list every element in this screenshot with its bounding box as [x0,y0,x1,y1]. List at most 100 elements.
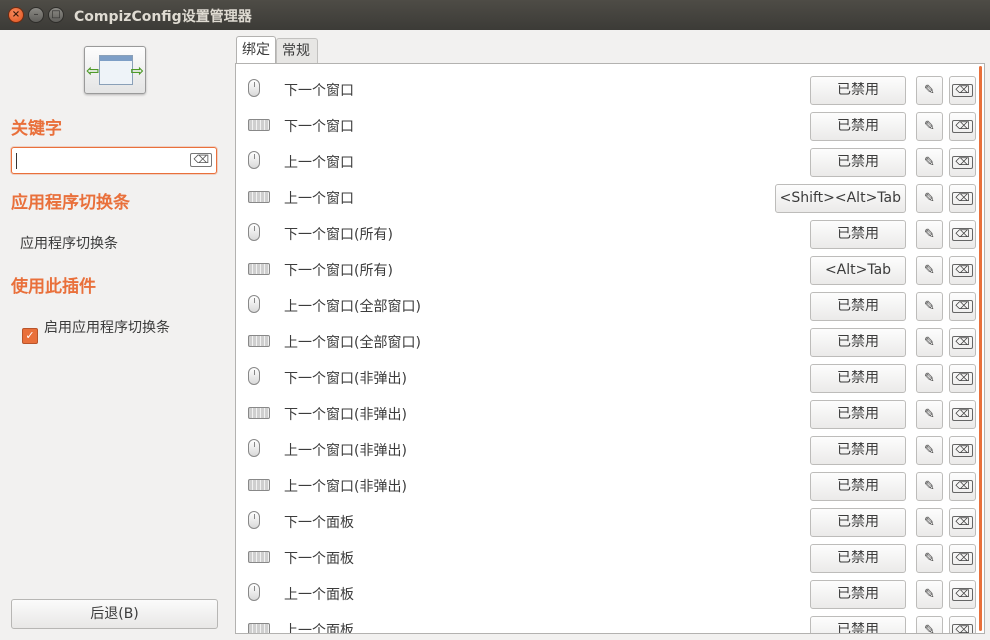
binding-value-button[interactable]: 已禁用 [810,220,906,249]
binding-value-button[interactable]: <Alt>Tab [810,256,906,285]
pencil-icon: ✎ [924,371,935,386]
pencil-icon: ✎ [924,587,935,602]
binding-label: 下一个面板 [284,515,354,531]
edit-binding-button[interactable]: ✎ [916,544,943,573]
binding-label: 上一个面板 [284,623,354,634]
edit-binding-button[interactable]: ✎ [916,328,943,357]
binding-value-button[interactable]: 已禁用 [810,148,906,177]
binding-value-button[interactable]: 已禁用 [810,76,906,105]
edit-binding-button[interactable]: ✎ [916,148,943,177]
binding-value-button[interactable]: 已禁用 [810,364,906,393]
binding-value-button[interactable]: <Shift><Alt>Tab [774,184,906,213]
scrollbar[interactable] [979,66,982,631]
clear-binding-button[interactable]: ⌫ [949,328,976,357]
binding-type-icon [248,259,270,275]
binding-value-button[interactable]: 已禁用 [810,112,906,141]
clear-binding-button[interactable]: ⌫ [949,436,976,465]
binding-row: 上一个窗口(非弹出) 已禁用 ✎ ⌫ [236,432,976,468]
clear-binding-button[interactable]: ⌫ [949,148,976,177]
clear-binding-button[interactable]: ⌫ [949,544,976,573]
edit-binding-button[interactable]: ✎ [916,256,943,285]
edit-binding-button[interactable]: ✎ [916,112,943,141]
edit-binding-button[interactable]: ✎ [916,292,943,321]
mouse-icon [248,367,260,385]
binding-value-button[interactable]: 已禁用 [810,400,906,429]
tab-bindings[interactable]: 绑定 [236,36,276,64]
clear-icon: ⌫ [952,624,973,633]
text-caret [16,153,17,169]
clear-binding-button[interactable]: ⌫ [949,292,976,321]
binding-value-button[interactable]: 已禁用 [810,472,906,501]
binding-type-icon [248,295,260,313]
binding-row: 上一个窗口 <Shift><Alt>Tab ✎ ⌫ [236,180,976,216]
clear-search-icon[interactable]: ⌫ [190,153,212,167]
edit-binding-button[interactable]: ✎ [916,220,943,249]
clear-binding-button[interactable]: ⌫ [949,112,976,141]
binding-type-icon [248,439,260,457]
maximize-window-button[interactable]: □ [48,7,64,23]
keyword-heading: 关键字 [11,119,62,139]
binding-value-button[interactable]: 已禁用 [810,580,906,609]
mouse-icon [248,151,260,169]
binding-type-icon [248,619,270,633]
clear-binding-button[interactable]: ⌫ [949,580,976,609]
pencil-icon: ✎ [924,191,935,206]
edit-binding-button[interactable]: ✎ [916,76,943,105]
binding-value-button[interactable]: 已禁用 [810,292,906,321]
clear-icon: ⌫ [952,264,973,277]
clear-icon: ⌫ [952,336,973,349]
keyboard-icon [248,479,270,491]
edit-binding-button[interactable]: ✎ [916,400,943,429]
binding-row: 下一个窗口 已禁用 ✎ ⌫ [236,72,976,108]
clear-binding-button[interactable]: ⌫ [949,616,976,633]
minimize-window-button[interactable]: – [28,7,44,23]
clear-binding-button[interactable]: ⌫ [949,184,976,213]
clear-binding-button[interactable]: ⌫ [949,76,976,105]
plugin-heading: 应用程序切换条 [11,193,130,213]
clear-icon: ⌫ [952,480,973,493]
pencil-icon: ✎ [924,551,935,566]
binding-value-button[interactable]: 已禁用 [810,616,906,633]
clear-binding-button[interactable]: ⌫ [949,220,976,249]
mouse-icon [248,583,260,601]
edit-binding-button[interactable]: ✎ [916,580,943,609]
clear-binding-button[interactable]: ⌫ [949,364,976,393]
binding-label: 下一个窗口(所有) [284,263,393,279]
edit-binding-button[interactable]: ✎ [916,436,943,465]
binding-value-button[interactable]: 已禁用 [810,544,906,573]
clear-binding-button[interactable]: ⌫ [949,508,976,537]
mouse-icon [248,511,260,529]
edit-binding-button[interactable]: ✎ [916,184,943,213]
application-switcher-icon: ⇦ ⇨ [84,46,146,94]
title-bar: × – □ CompizConfig设置管理器 [0,0,990,30]
tab-general[interactable]: 常规 [276,38,318,64]
edit-binding-button[interactable]: ✎ [916,508,943,537]
enable-plugin-checkbox[interactable]: ✓ [22,328,38,344]
edit-binding-button[interactable]: ✎ [916,616,943,634]
binding-value-button[interactable]: 已禁用 [810,328,906,357]
search-input[interactable]: ⌫ [11,147,217,174]
clear-binding-button[interactable]: ⌫ [949,256,976,285]
pencil-icon: ✎ [924,623,935,634]
binding-row: 上一个窗口 已禁用 ✎ ⌫ [236,144,976,180]
clear-binding-button[interactable]: ⌫ [949,400,976,429]
close-window-button[interactable]: × [8,7,24,23]
binding-value-button[interactable]: 已禁用 [810,508,906,537]
clear-icon: ⌫ [952,300,973,313]
binding-row: 下一个窗口(所有) <Alt>Tab ✎ ⌫ [236,252,976,288]
pencil-icon: ✎ [924,83,935,98]
edit-binding-button[interactable]: ✎ [916,364,943,393]
pencil-icon: ✎ [924,479,935,494]
clear-binding-button[interactable]: ⌫ [949,472,976,501]
arrow-right-icon: ⇨ [130,61,144,80]
edit-binding-button[interactable]: ✎ [916,472,943,501]
pencil-icon: ✎ [924,263,935,278]
binding-row: 下一个窗口(所有) 已禁用 ✎ ⌫ [236,216,976,252]
back-button[interactable]: 后退(B) [11,599,218,629]
mouse-icon [248,439,260,457]
enable-plugin-label[interactable]: 启用应用程序切换条 [44,318,174,338]
binding-type-icon [248,367,260,385]
binding-type-icon [248,115,270,131]
binding-value-button[interactable]: 已禁用 [810,436,906,465]
keyboard-icon [248,191,270,203]
